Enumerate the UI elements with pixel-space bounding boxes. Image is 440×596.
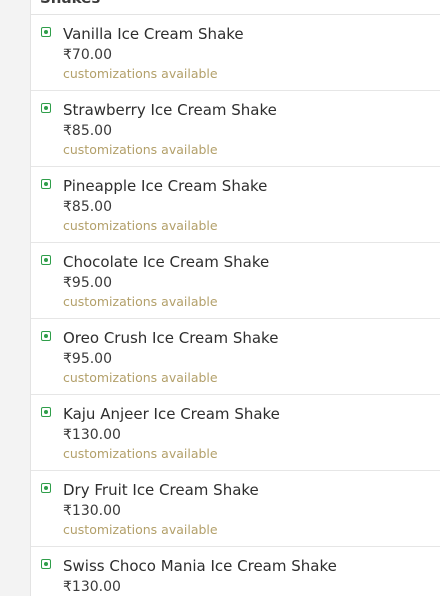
veg-indicator-icon bbox=[41, 179, 51, 189]
veg-indicator-icon bbox=[41, 103, 51, 113]
item-name: Chocolate Ice Cream Shake bbox=[63, 253, 270, 271]
menu-item[interactable]: Dry Fruit Ice Cream Shake ₹130.00 custom… bbox=[31, 471, 440, 547]
menu-item[interactable]: Pineapple Ice Cream Shake ₹85.00 customi… bbox=[31, 167, 440, 243]
item-price: ₹130.00 bbox=[63, 427, 121, 443]
item-name: Pineapple Ice Cream Shake bbox=[63, 177, 268, 195]
item-name: Strawberry Ice Cream Shake bbox=[63, 101, 277, 119]
item-price: ₹130.00 bbox=[63, 579, 121, 595]
veg-indicator-icon bbox=[41, 27, 51, 37]
menu-item[interactable]: Strawberry Ice Cream Shake ₹85.00 custom… bbox=[31, 91, 440, 167]
item-name: Swiss Choco Mania Ice Cream Shake bbox=[63, 557, 337, 575]
item-name: Vanilla Ice Cream Shake bbox=[63, 25, 244, 43]
item-price: ₹85.00 bbox=[63, 199, 112, 215]
veg-indicator-icon bbox=[41, 331, 51, 341]
section-title: Shakes bbox=[40, 0, 100, 8]
item-name: Kaju Anjeer Ice Cream Shake bbox=[63, 405, 280, 423]
veg-indicator-icon bbox=[41, 407, 51, 417]
veg-indicator-icon bbox=[41, 483, 51, 493]
item-price: ₹95.00 bbox=[63, 351, 112, 367]
item-price: ₹70.00 bbox=[63, 47, 112, 63]
item-price: ₹85.00 bbox=[63, 123, 112, 139]
customization-note: customizations available bbox=[63, 370, 218, 385]
customization-note: customizations available bbox=[63, 446, 218, 461]
menu-item[interactable]: Chocolate Ice Cream Shake ₹95.00 customi… bbox=[31, 243, 440, 319]
item-name: Oreo Crush Ice Cream Shake bbox=[63, 329, 279, 347]
menu-item[interactable]: Oreo Crush Ice Cream Shake ₹95.00 custom… bbox=[31, 319, 440, 395]
item-name: Dry Fruit Ice Cream Shake bbox=[63, 481, 259, 499]
menu-item[interactable]: Swiss Choco Mania Ice Cream Shake ₹130.0… bbox=[31, 547, 440, 596]
customization-note: customizations available bbox=[63, 66, 218, 81]
customization-note: customizations available bbox=[63, 522, 218, 537]
veg-indicator-icon bbox=[41, 255, 51, 265]
menu-item[interactable]: Kaju Anjeer Ice Cream Shake ₹130.00 cust… bbox=[31, 395, 440, 471]
item-price: ₹95.00 bbox=[63, 275, 112, 291]
customization-note: customizations available bbox=[63, 142, 218, 157]
customization-note: customizations available bbox=[63, 218, 218, 233]
customization-note: customizations available bbox=[63, 294, 218, 309]
menu-item[interactable]: Vanilla Ice Cream Shake ₹70.00 customiza… bbox=[31, 15, 440, 91]
menu-panel: Shakes Vanilla Ice Cream Shake ₹70.00 cu… bbox=[30, 0, 440, 596]
veg-indicator-icon bbox=[41, 559, 51, 569]
item-price: ₹130.00 bbox=[63, 503, 121, 519]
